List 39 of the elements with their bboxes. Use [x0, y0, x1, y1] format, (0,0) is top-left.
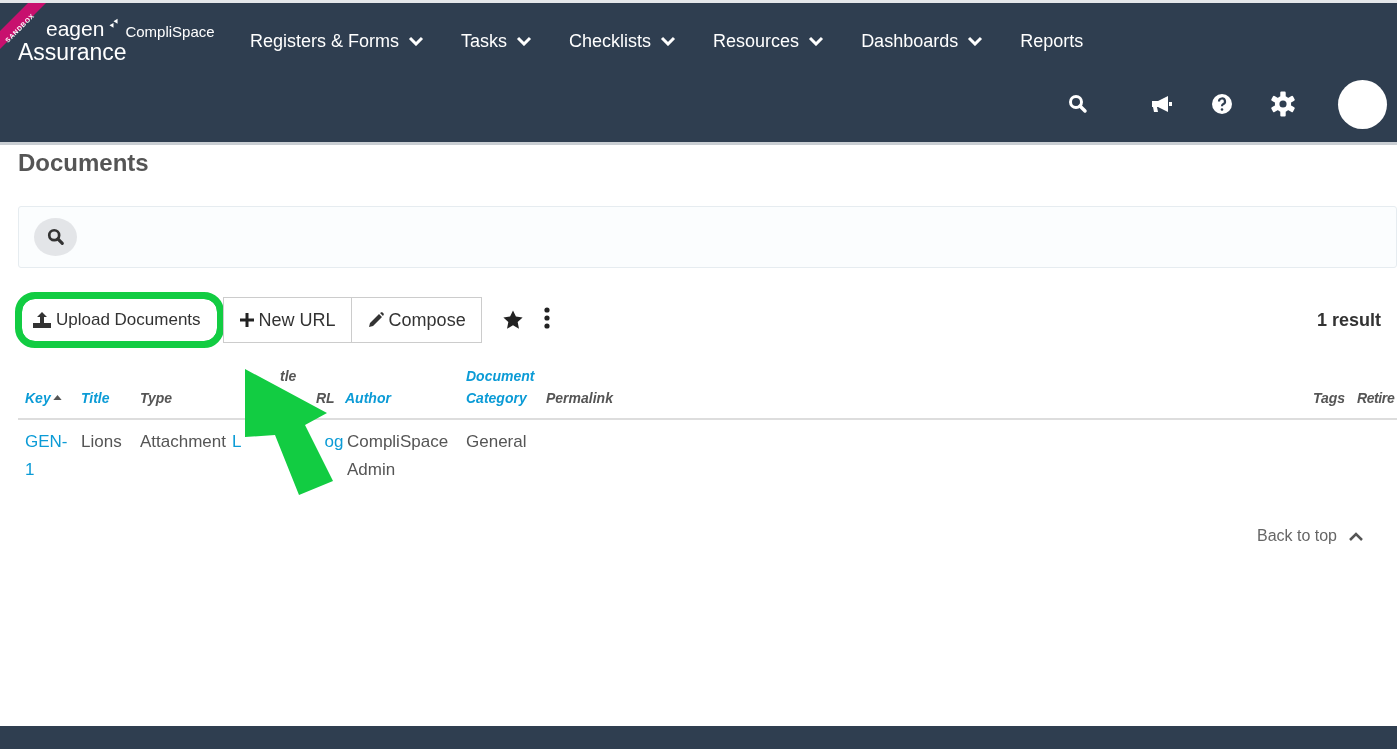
table-cell-text: CompliSpace Admin: [347, 431, 450, 481]
star-icon[interactable]: [501, 309, 524, 331]
avatar[interactable]: [1338, 79, 1387, 129]
plus-icon: [238, 312, 255, 328]
chevron-down-icon: [516, 36, 533, 46]
back-to-top-link[interactable]: Back to top: [1256, 527, 1363, 545]
more-options-icon[interactable]: [543, 307, 550, 329]
nav-menu-item[interactable]: Reports: [1020, 30, 1084, 52]
chevron-up-icon: [1349, 531, 1363, 541]
table-cell-text: Lions: [81, 431, 122, 453]
page-title: Documents: [18, 149, 150, 177]
search-button[interactable]: [34, 218, 77, 256]
chevron-down-icon: [808, 36, 825, 46]
column-header: Permalink: [546, 389, 613, 408]
search-icon: [46, 228, 65, 246]
logo[interactable]: eagen CompliSpace: [46, 18, 215, 40]
settings-icon[interactable]: [1270, 91, 1296, 117]
compose-button[interactable]: Compose: [350, 297, 482, 343]
new-url-button[interactable]: New URL: [222, 297, 352, 343]
column-header: Type: [140, 389, 173, 408]
result-count: 1 result: [1316, 309, 1381, 331]
upload-icon: [32, 311, 52, 329]
nav-menu-item[interactable]: Registers & Forms: [250, 30, 425, 52]
chevron-down-icon: [408, 36, 425, 46]
column-header: Tags: [1313, 389, 1346, 408]
table-cell-text: General: [466, 431, 527, 453]
megaphone-icon[interactable]: [1150, 94, 1174, 114]
table-cell-text: Attachment: [140, 431, 226, 453]
nav-menu-item[interactable]: Resources: [713, 30, 825, 52]
column-header: Retire: [1357, 389, 1395, 408]
column-header: tle RL: [279, 367, 335, 408]
nav-menu-item[interactable]: Dashboards: [861, 30, 984, 52]
search-icon[interactable]: [1068, 94, 1088, 114]
nav-menu-item[interactable]: Tasks: [461, 30, 533, 52]
help-icon[interactable]: [1212, 94, 1232, 114]
pencil-icon: [366, 311, 385, 329]
chevron-down-icon: [660, 36, 677, 46]
nav-menu-item[interactable]: Checklists: [569, 30, 677, 52]
chevron-down-icon: [967, 36, 984, 46]
